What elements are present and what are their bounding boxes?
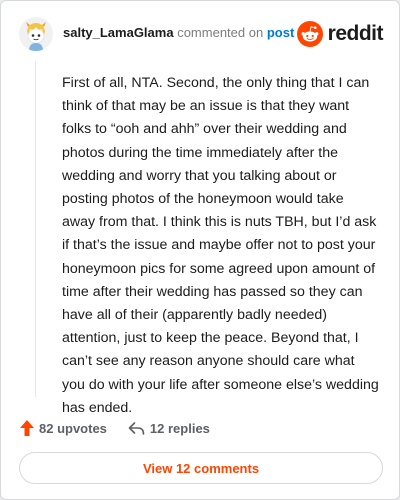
view-comments-button[interactable]: View 12 comments bbox=[19, 452, 383, 484]
reddit-logo[interactable]: reddit bbox=[296, 21, 384, 47]
reddit-wordmark: reddit bbox=[327, 22, 384, 45]
reply-arrow-icon bbox=[128, 421, 145, 435]
author-line: salty_LamaGlama commented on post bbox=[63, 25, 294, 40]
upvote-arrow-icon bbox=[20, 420, 34, 436]
replies-button[interactable]: 12 replies bbox=[128, 421, 210, 436]
comment-card: salty_LamaGlama commented on post reddit… bbox=[0, 0, 400, 500]
upvote-button[interactable]: 82 upvotes bbox=[19, 419, 107, 437]
snoo-avatar-icon[interactable] bbox=[19, 17, 53, 51]
reply-count: 12 replies bbox=[149, 420, 210, 436]
comment-actions: 82 upvotes 12 replies bbox=[19, 417, 210, 439]
reddit-snoo-icon bbox=[296, 21, 323, 47]
username-link[interactable]: salty_LamaGlama bbox=[63, 25, 174, 40]
comment-body: First of all, NTA. Second, the only thin… bbox=[62, 75, 379, 416]
post-link[interactable]: post bbox=[267, 25, 294, 40]
comment-header: salty_LamaGlama commented on post reddit bbox=[19, 15, 384, 55]
upvote-count: 82 upvotes bbox=[39, 420, 107, 436]
thread-line bbox=[35, 61, 36, 397]
action-text: commented on bbox=[177, 25, 264, 40]
